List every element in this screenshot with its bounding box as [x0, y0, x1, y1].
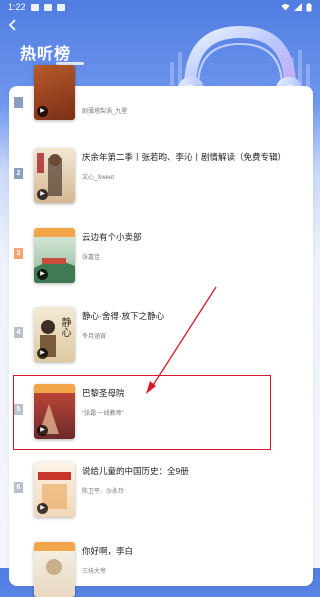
play-icon: ▶	[37, 503, 48, 514]
list-item[interactable]: 4 静心 ▶ 静心·舍得·放下之静心 冬月涵宵	[9, 307, 313, 371]
play-icon: ▶	[37, 106, 48, 117]
play-icon: ▶	[37, 348, 48, 359]
book-cover: ▶	[34, 65, 75, 120]
cover-text: 静心	[59, 317, 70, 337]
book-cover	[34, 542, 75, 597]
book-title: 庆余年第二季丨张若昀、李沁丨剧情解读（免费专辑）	[82, 152, 287, 162]
list-item[interactable]: ▶ 剧薄塔梨涡_九星	[9, 65, 313, 120]
rank-badge	[14, 97, 23, 108]
list-item[interactable]: 6 ▶ 说给儿童的中国历史：全9册 陈卫平、沙永玲	[9, 462, 313, 526]
book-cover: 静心 ▶	[34, 307, 75, 362]
notification-icon	[30, 3, 39, 11]
rank-badge: 5	[14, 404, 23, 415]
book-cover: ▶	[34, 462, 75, 517]
battery-icon	[306, 2, 312, 11]
play-icon: ▶	[37, 425, 48, 436]
image-icon	[43, 3, 52, 11]
list-item[interactable]: 5 ▶ 巴黎圣母院 “张霜 一线教师”	[9, 384, 313, 448]
list-item[interactable]: 你好啊，李白 三块大爷	[9, 542, 313, 597]
rank-badge: 3	[14, 248, 23, 259]
back-button[interactable]	[5, 17, 21, 33]
rank-badge: 6	[14, 482, 23, 493]
book-title: 说给儿童的中国历史：全9册	[82, 466, 189, 476]
book-author: 陈卫平、沙永玲	[82, 489, 125, 495]
book-cover: ▶	[34, 148, 75, 203]
app-icon	[56, 3, 65, 11]
book-author: “张霜 一线教师”	[82, 411, 124, 417]
chevron-left-icon	[8, 19, 16, 31]
book-author: 剧薄塔梨涡_九星	[82, 109, 128, 115]
play-icon: ▶	[37, 269, 48, 280]
rank-badge: 2	[14, 168, 23, 179]
book-title: 云边有个小卖部	[82, 232, 142, 242]
play-icon: ▶	[37, 189, 48, 200]
list-item[interactable]: 3 ▶ 云边有个小卖部 张嘉佳	[9, 228, 313, 292]
book-author: 文心_Sweet	[82, 175, 115, 181]
signal-icon	[294, 3, 302, 11]
rank-badge: 4	[14, 327, 23, 338]
book-title: 静心·舍得·放下之静心	[82, 311, 165, 321]
status-bar: 1:22	[0, 0, 320, 14]
ranking-list-card: ▶ 剧薄塔梨涡_九星 2 ▶ 庆余年第二季丨张若昀、李沁丨剧情解读（免费专辑） …	[9, 65, 313, 597]
book-author: 三块大爷	[82, 569, 107, 575]
status-time: 1:22	[8, 2, 26, 12]
book-author: 冬月涵宵	[82, 334, 107, 340]
list-item[interactable]: 2 ▶ 庆余年第二季丨张若昀、李沁丨剧情解读（免费专辑） 文心_Sweet	[9, 148, 313, 212]
wifi-icon	[281, 4, 290, 11]
page-title: 热听榜	[20, 44, 72, 63]
book-cover: ▶	[34, 384, 75, 439]
book-title: 巴黎圣母院	[82, 388, 125, 398]
book-cover: ▶	[34, 228, 75, 283]
cover-art	[34, 542, 75, 575]
book-author: 张嘉佳	[82, 255, 101, 261]
book-title: 你好啊，李白	[82, 546, 134, 556]
